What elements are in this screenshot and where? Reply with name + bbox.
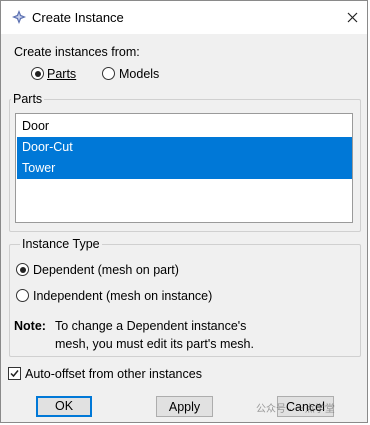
dependent-radio-label[interactable]: Dependent (mesh on part) [33,263,179,277]
independent-radio[interactable] [16,289,29,302]
parts-listbox[interactable]: Door Door-Cut Tower [15,113,353,223]
note-text-line2: mesh, you must edit its part's mesh. [55,337,254,351]
create-instance-dialog: Create Instance Create instances from: P… [0,0,368,423]
close-button[interactable] [339,5,365,29]
auto-offset-label[interactable]: Auto-offset from other instances [25,367,202,381]
models-radio-label[interactable]: Models [119,67,159,81]
parts-radio[interactable] [31,67,44,80]
list-item-door[interactable]: Door [17,116,352,137]
independent-radio-label[interactable]: Independent (mesh on instance) [33,289,212,303]
parts-radio-label[interactable]: Parts [47,67,76,81]
ok-button[interactable]: OK [36,396,92,417]
abaqus-logo-icon [12,10,26,24]
auto-offset-checkbox[interactable] [8,367,21,380]
close-icon [347,12,357,22]
models-radio[interactable] [102,67,115,80]
note-label: Note: [14,319,46,333]
checkmark-icon [10,370,19,378]
create-from-label: Create instances from: [14,45,140,59]
instance-type-group-title: Instance Type [20,237,102,251]
list-item-door-cut[interactable]: Door-Cut [17,137,352,158]
dialog-title: Create Instance [32,10,124,25]
note-text-line1: To change a Dependent instance's [55,319,247,333]
watermark-text: 公众号 · 一点学堂 [256,404,335,415]
dependent-radio[interactable] [16,263,29,276]
list-item-tower[interactable]: Tower [17,158,352,179]
apply-button[interactable]: Apply [156,396,213,417]
parts-group-title: Parts [11,92,45,106]
title-bar[interactable]: Create Instance [1,1,367,34]
